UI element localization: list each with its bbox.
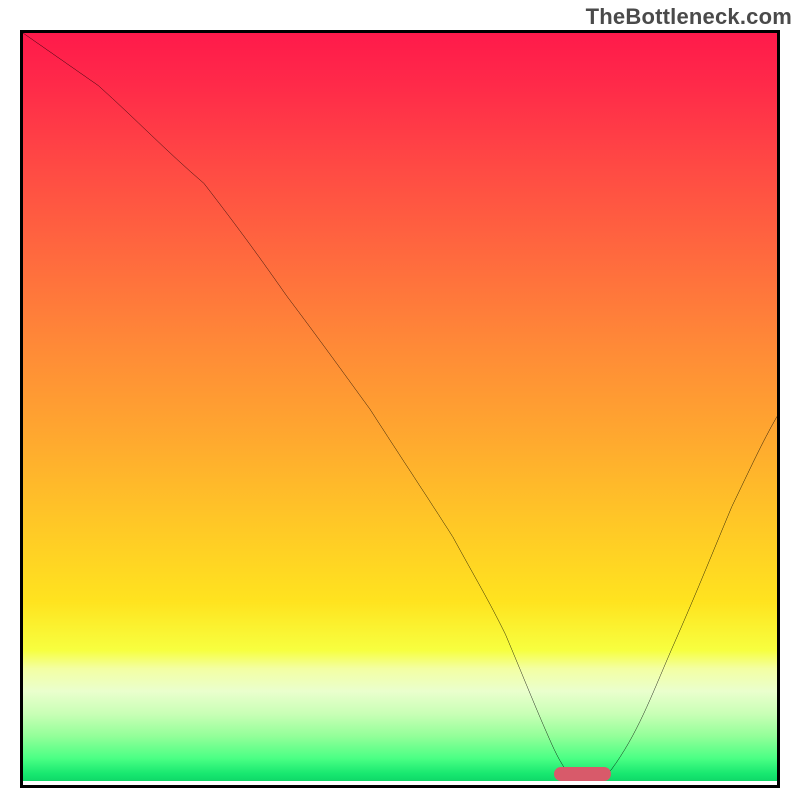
plot-area [20,30,780,788]
optimal-marker [554,767,611,781]
watermark-label: TheBottleneck.com [586,4,792,30]
bottleneck-chart: TheBottleneck.com [0,0,800,800]
bottleneck-curve [23,33,777,785]
